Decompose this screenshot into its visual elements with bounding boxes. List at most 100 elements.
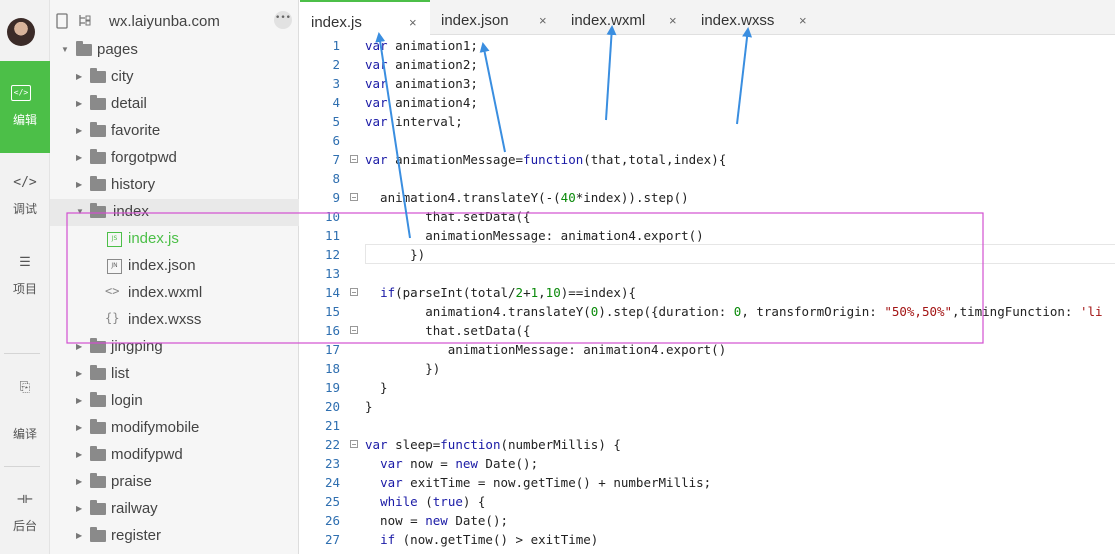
tree-folder[interactable]: ▶ modifymobile xyxy=(50,415,299,442)
line-number: 19 xyxy=(324,380,340,395)
close-icon[interactable]: × xyxy=(669,13,677,28)
code-line: 20} xyxy=(300,397,1115,416)
folder-icon xyxy=(90,149,106,164)
tab-index-wxss[interactable]: index.wxss × xyxy=(690,0,820,35)
tree-folder[interactable]: ▶ login xyxy=(50,388,299,415)
code-line: 24 var exitTime = now.getTime() + number… xyxy=(300,473,1115,492)
tab-label: index.wxml xyxy=(571,12,646,29)
folder-name: detail xyxy=(111,95,147,112)
tree-folder[interactable]: ▶ praise xyxy=(50,469,299,496)
fold-toggle-icon[interactable] xyxy=(350,326,358,334)
code-line: 12 }) xyxy=(300,245,1115,264)
line-number: 11 xyxy=(324,228,340,243)
folder-icon xyxy=(90,95,106,110)
code-text: var sleep=function(numberMillis) { xyxy=(365,437,621,452)
code-text: var animation3; xyxy=(365,76,478,91)
tree-folder[interactable]: ▶ forgotpwd xyxy=(50,145,299,172)
collapsed-arrow-icon: ▶ xyxy=(76,342,83,351)
code-line: 6 xyxy=(300,131,1115,150)
code-text: var animationMessage=function(that,total… xyxy=(365,152,727,167)
activity-debug-label: 调试 xyxy=(12,202,37,216)
tree-folder[interactable]: ▶ history xyxy=(50,172,299,199)
tree-folder[interactable]: ▶ list xyxy=(50,361,299,388)
tab-label: index.js xyxy=(311,14,362,31)
tree-folder[interactable]: ▶ jingping xyxy=(50,334,299,361)
close-icon[interactable]: × xyxy=(409,15,417,30)
folder-name: modifymobile xyxy=(111,419,200,436)
close-icon[interactable]: × xyxy=(799,13,807,28)
line-number: 3 xyxy=(332,76,340,91)
fold-toggle-icon[interactable] xyxy=(350,440,358,448)
activity-backend[interactable]: ⊣⊢ 后台 xyxy=(0,469,50,554)
line-number: 2 xyxy=(332,57,340,72)
tree-folder[interactable]: ▶ favorite xyxy=(50,118,299,145)
file-name: index.json xyxy=(128,257,196,274)
activity-debug[interactable]: </> 调试 xyxy=(0,152,50,244)
line-number: 13 xyxy=(324,266,340,281)
device-icon[interactable] xyxy=(56,13,70,29)
editor-tabs: index.js × index.json × index.wxml × ind… xyxy=(300,0,1115,35)
activity-project[interactable]: ☰ 项目 xyxy=(0,232,50,324)
compile-icon: ⎘ xyxy=(19,380,31,395)
folder-name: jingping xyxy=(111,338,163,355)
line-number: 24 xyxy=(324,475,340,490)
tree-file-index-js[interactable]: JS index.js xyxy=(50,226,299,253)
line-number: 10 xyxy=(324,209,340,224)
tree-folder[interactable]: ▶ city xyxy=(50,64,299,91)
line-number: 16 xyxy=(324,323,340,338)
activity-edit[interactable]: </> 编辑 xyxy=(0,61,50,153)
activity-backend-label: 后台 xyxy=(12,519,37,533)
line-number: 8 xyxy=(332,171,340,186)
line-number: 1 xyxy=(332,38,340,53)
code-text: } xyxy=(365,380,388,395)
collapsed-arrow-icon: ▶ xyxy=(76,504,83,513)
tree-file-index-wxml[interactable]: <> index.wxml xyxy=(50,280,299,307)
code-line: 7 var animationMessage=function(that,tota… xyxy=(300,150,1115,169)
expanded-arrow-icon: ▼ xyxy=(61,45,69,54)
tree-file-index-wxss[interactable]: {} index.wxss xyxy=(50,307,299,334)
tab-index-js[interactable]: index.js × xyxy=(300,0,430,35)
line-number: 15 xyxy=(324,304,340,319)
tree-folder[interactable]: ▶ register xyxy=(50,523,299,550)
tree-file-index-json[interactable]: JN index.json xyxy=(50,253,299,280)
code-text: that.setData({ xyxy=(365,209,531,224)
folder-icon xyxy=(90,365,106,380)
code-line: 15 animation4.translateY(0).step({durati… xyxy=(300,302,1115,321)
more-options-button[interactable]: ••• xyxy=(274,11,292,29)
tree-folder[interactable]: ▶ modifypwd xyxy=(50,442,299,469)
backend-icon: ⊣⊢ xyxy=(17,492,33,507)
line-number: 4 xyxy=(332,95,340,110)
tree-folder[interactable]: ▶ detail xyxy=(50,91,299,118)
code-line: 10 that.setData({ xyxy=(300,207,1115,226)
code-icon: </> xyxy=(11,85,31,101)
line-number: 21 xyxy=(324,418,340,433)
collapsed-arrow-icon: ▶ xyxy=(76,477,83,486)
line-number: 14 xyxy=(324,285,340,300)
collapsed-arrow-icon: ▶ xyxy=(76,72,83,81)
code-line: 9 animation4.translateY(-(40*index)).ste… xyxy=(300,188,1115,207)
tree-folder-pages[interactable]: ▼ pages xyxy=(50,37,299,64)
code-text: now = new Date(); xyxy=(365,513,509,528)
code-text: var animation2; xyxy=(365,57,478,72)
fold-toggle-icon[interactable] xyxy=(350,193,358,201)
folder-icon xyxy=(90,338,106,353)
tree-toggle-icon[interactable] xyxy=(78,13,92,29)
code-editor[interactable]: 1 var animation1; 2 var animation2; 3 var ani… xyxy=(300,35,1115,554)
line-number: 5 xyxy=(332,114,340,129)
fold-toggle-icon[interactable] xyxy=(350,155,358,163)
tree-folder-index[interactable]: ▼ index xyxy=(50,199,299,226)
code-line: 26 now = new Date(); xyxy=(300,511,1115,530)
tab-index-wxml[interactable]: index.wxml × xyxy=(560,0,690,35)
folder-icon xyxy=(90,446,106,461)
json-file-icon: JN xyxy=(107,259,122,274)
line-number: 20 xyxy=(324,399,340,414)
line-number: 7 xyxy=(332,152,340,167)
avatar[interactable] xyxy=(7,18,35,46)
tab-index-json[interactable]: index.json × xyxy=(430,0,560,35)
close-icon[interactable]: × xyxy=(539,13,547,28)
activity-compile[interactable]: ⎘ 编译 xyxy=(0,357,50,449)
tree-folder[interactable]: ▶ railway xyxy=(50,496,299,523)
line-number: 18 xyxy=(324,361,340,376)
fold-toggle-icon[interactable] xyxy=(350,288,358,296)
folder-icon xyxy=(90,419,106,434)
